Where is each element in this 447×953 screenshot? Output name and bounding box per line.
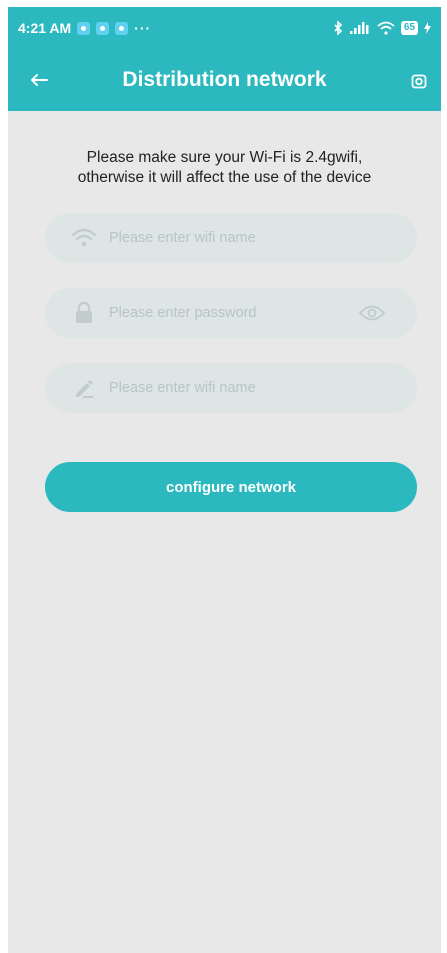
status-right: 65 xyxy=(334,21,431,35)
toggle-password-button[interactable] xyxy=(357,300,387,326)
status-more: ··· xyxy=(134,20,152,36)
arrow-left-icon xyxy=(31,74,48,86)
battery-level: 65 xyxy=(400,21,418,35)
notification-icon xyxy=(77,21,91,35)
device-name-field[interactable] xyxy=(45,363,417,413)
camera-button[interactable] xyxy=(407,69,431,93)
password-field[interactable] xyxy=(45,288,417,338)
notice-line-1: Please make sure your Wi-Fi is 2.4gwifi, xyxy=(86,149,363,166)
back-button[interactable] xyxy=(26,67,52,93)
status-left: 4:21 AM ··· xyxy=(18,20,151,36)
wifi-name-input[interactable] xyxy=(109,230,339,246)
lock-icon xyxy=(71,300,97,326)
bluetooth-icon xyxy=(334,21,343,35)
device-name-input[interactable] xyxy=(109,380,339,396)
wifi-name-field[interactable] xyxy=(45,213,417,263)
pencil-icon xyxy=(71,375,97,401)
wifi-status-icon xyxy=(377,21,395,35)
status-bar: 4:21 AM ··· 65 xyxy=(8,7,441,49)
wifi-icon xyxy=(71,225,97,251)
notification-icon xyxy=(115,21,129,35)
phone-screen: 4:21 AM ··· 65 Distribution network Plea… xyxy=(8,7,441,953)
charging-icon xyxy=(424,22,431,34)
signal-icon xyxy=(349,22,369,34)
notification-icon xyxy=(96,21,110,35)
eye-icon xyxy=(358,305,386,321)
status-time: 4:21 AM xyxy=(18,20,72,36)
configure-network-button[interactable]: configure network xyxy=(45,462,417,512)
page-title: Distribution network xyxy=(122,68,327,91)
app-bar: Distribution network xyxy=(8,49,441,111)
camera-icon xyxy=(411,74,427,89)
notice-line-2: otherwise it will affect the use of the … xyxy=(77,169,372,186)
wifi-notice: Please make sure your Wi-Fi is 2.4gwifi,… xyxy=(8,148,441,188)
password-input[interactable] xyxy=(109,305,339,321)
